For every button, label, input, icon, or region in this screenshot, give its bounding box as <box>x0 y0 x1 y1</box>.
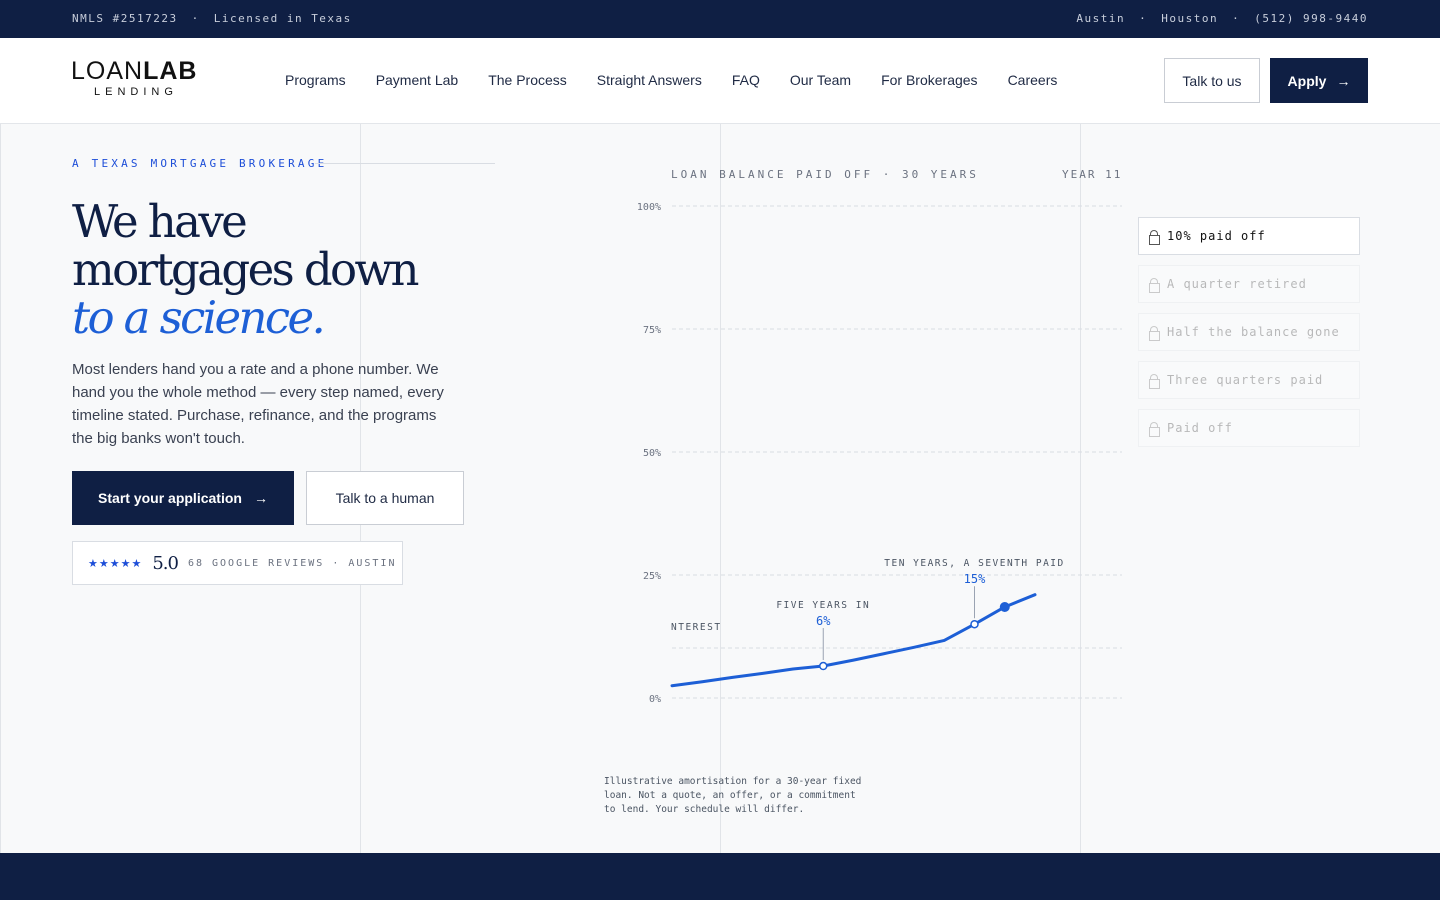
milestone-item: Half the balance gone <box>1138 313 1360 351</box>
milestone-item: A quarter retired <box>1138 265 1360 303</box>
y-tick-label: 25% <box>643 571 661 582</box>
lock-icon <box>1149 373 1160 389</box>
milestone-item: Three quarters paid <box>1138 361 1360 399</box>
chart-disclaimer: Illustrative amortisation for a 30-year … <box>604 776 862 815</box>
footer-band <box>0 853 1440 900</box>
lock-icon <box>1149 421 1160 437</box>
y-tick-label: 75% <box>643 325 661 336</box>
lock-icon <box>1149 277 1160 293</box>
milestone-point <box>970 619 979 629</box>
annotation-value: 6% <box>816 614 831 628</box>
milestone-label: 10% paid off <box>1167 229 1266 243</box>
annotation-value: 15% <box>964 572 986 586</box>
current-year-point <box>999 601 1010 612</box>
interest-label: NTEREST <box>671 622 722 633</box>
lock-icon <box>1149 229 1160 245</box>
lock-icon <box>1149 325 1160 341</box>
milestone-label: Half the balance gone <box>1167 325 1340 339</box>
milestone-label: Three quarters paid <box>1167 373 1324 387</box>
y-tick-label: 100% <box>637 202 661 213</box>
milestone-item: 10% paid off <box>1138 217 1360 255</box>
milestone-label: Paid off <box>1167 421 1233 435</box>
y-tick-label: 50% <box>643 448 661 459</box>
annotation-label: TEN YEARS, A SEVENTH PAID <box>884 558 1065 569</box>
milestone-point <box>819 661 828 671</box>
milestone-list: 10% paid off A quarter retired Half the ba… <box>1138 217 1360 457</box>
milestone-label: A quarter retired <box>1167 277 1307 291</box>
milestone-item: Paid off <box>1138 409 1360 447</box>
y-tick-label: 0% <box>649 694 661 705</box>
annotation-label: FIVE YEARS IN <box>776 600 870 611</box>
